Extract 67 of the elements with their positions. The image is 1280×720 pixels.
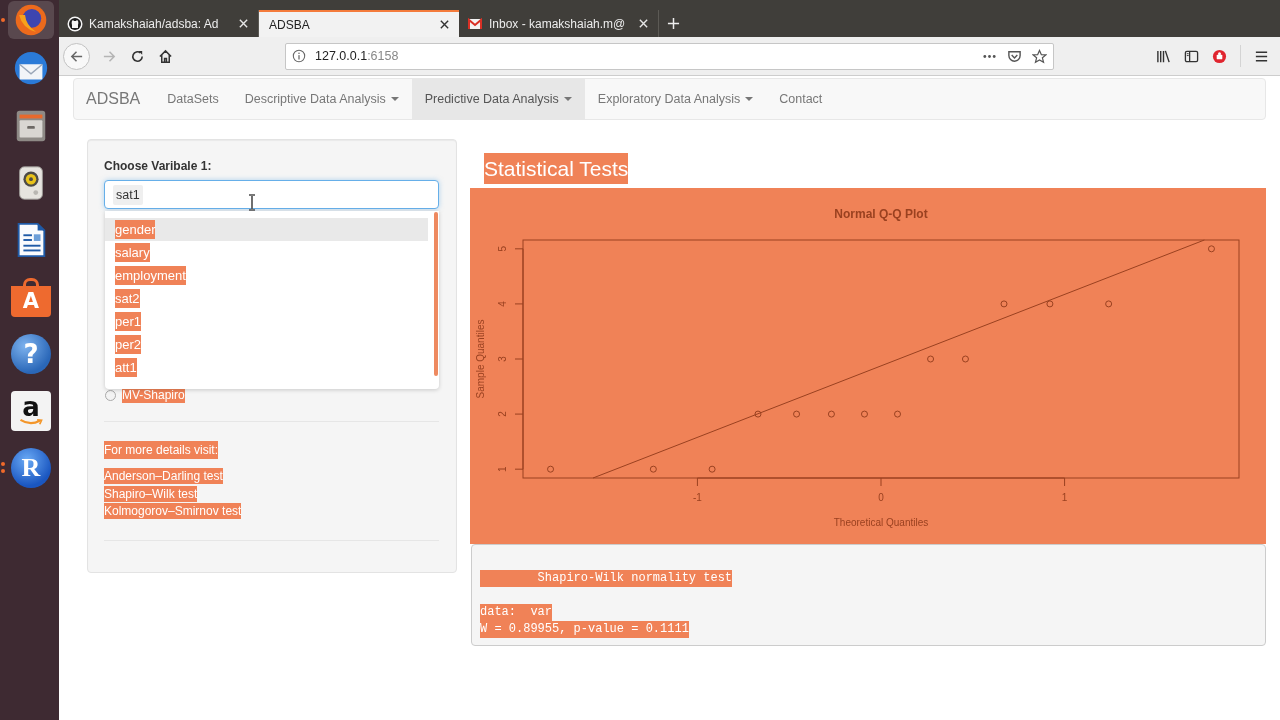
data-point <box>1105 300 1113 308</box>
nav-link[interactable]: Descriptive Data Analysis <box>231 79 412 119</box>
launcher-button[interactable]: A <box>11 276 51 317</box>
data-point <box>754 410 762 418</box>
round-badge-icon[interactable] <box>1212 48 1227 64</box>
axis-tick-label: 3 <box>497 356 508 362</box>
sidebar-icon[interactable] <box>1184 48 1199 64</box>
axis-tick-label: 5 <box>497 246 508 252</box>
value-chip[interactable]: sat1 <box>113 184 143 205</box>
address-field[interactable]: 127.0.0.1:6158 <box>285 42 1054 70</box>
data-point <box>708 465 716 473</box>
field-label: Choose Varibale 1: <box>104 158 213 174</box>
plus-icon[interactable] <box>667 17 680 30</box>
nav-link[interactable]: Contact <box>766 79 836 119</box>
launcher-button[interactable]: ? <box>11 333 51 374</box>
round-logo-icon <box>67 15 83 32</box>
data-point <box>894 410 901 418</box>
envelope-icon <box>467 15 483 32</box>
data-point <box>1046 300 1054 308</box>
nav-link[interactable]: Predictive Data Analysis <box>411 79 585 119</box>
axis-tick-label: 2 <box>497 411 508 417</box>
reference-link[interactable]: Anderson–Darling test <box>104 468 223 484</box>
home-icon[interactable] <box>158 48 173 64</box>
launcher-button[interactable]: R <box>11 447 51 488</box>
data-point <box>961 355 969 363</box>
dropdown-option[interactable]: employment <box>105 264 428 287</box>
dropdown-option[interactable]: sat2 <box>105 287 428 310</box>
reload-icon[interactable] <box>130 48 145 64</box>
info-icon[interactable] <box>292 49 306 63</box>
browser-tab[interactable]: ADSBA <box>259 10 459 37</box>
data-point <box>1207 245 1215 253</box>
axis-title: Theoretical Quantiles <box>833 517 929 528</box>
dropdown-option[interactable]: per1 <box>105 310 428 333</box>
dropdown-option[interactable]: per2 <box>105 333 428 356</box>
globe-icon <box>14 3 48 37</box>
radio-icon[interactable] <box>105 389 116 401</box>
data-point <box>649 465 657 473</box>
axis-tick-label: 0 <box>878 492 884 503</box>
section-heading: Statistical Tests <box>484 153 629 184</box>
back-button[interactable] <box>63 42 90 70</box>
nav-link[interactable]: Exploratory Data Analysis <box>584 79 767 119</box>
url-text: 127.0.0.1:6158 <box>315 49 399 63</box>
brand-link[interactable]: ADSBA <box>74 79 155 119</box>
close-icon[interactable] <box>439 19 450 30</box>
dropdown-option[interactable]: att1 <box>105 356 428 379</box>
data-point <box>547 465 555 473</box>
data-point <box>861 410 868 418</box>
dropdown-option[interactable]: salary <box>105 241 428 264</box>
axis-tick-label: -1 <box>692 492 702 503</box>
select-field[interactable]: sat1 <box>104 180 439 209</box>
chart-title: Normal Q-Q Plot <box>834 207 928 221</box>
launcher-button[interactable]: a <box>11 390 51 431</box>
data-point <box>927 355 935 363</box>
axis-tick-label: 1 <box>497 466 508 472</box>
nav-link[interactable]: DataSets <box>154 79 232 119</box>
chevron-badge-icon[interactable] <box>1007 48 1022 64</box>
smile-arrow-icon <box>19 419 43 426</box>
books-icon[interactable] <box>1156 48 1171 64</box>
details-text: For more details visit: <box>104 441 219 459</box>
data-point <box>827 410 835 418</box>
data-point <box>793 410 801 418</box>
axis-tick-label: 1 <box>1061 492 1068 503</box>
axis-tick-label: 4 <box>497 301 508 307</box>
axis-title: Sample Quantiles <box>475 319 486 399</box>
star-icon[interactable] <box>1032 48 1047 64</box>
data-point <box>1000 300 1008 308</box>
scrollbar[interactable] <box>434 212 438 376</box>
